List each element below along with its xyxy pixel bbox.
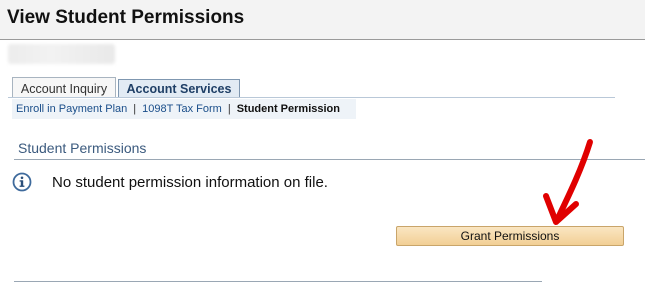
- red-arrow-annotation-icon: [543, 139, 593, 225]
- title-bar: View Student Permissions: [0, 0, 645, 40]
- subnav-link-payment-plan[interactable]: Enroll in Payment Plan: [16, 103, 127, 115]
- subnav-current-student-permission: Student Permission: [236, 103, 340, 115]
- tab-account-services[interactable]: Account Services: [118, 79, 240, 98]
- info-icon: [12, 172, 32, 192]
- subnav-separator: |: [133, 103, 137, 115]
- bottom-divider: [14, 281, 542, 282]
- section-title: Student Permissions: [18, 140, 147, 156]
- tab-account-inquiry[interactable]: Account Inquiry: [12, 77, 116, 97]
- subnav-bar: Enroll in Payment Plan | 1098T Tax Form | St…: [12, 99, 356, 119]
- page-title: View Student Permissions: [7, 7, 245, 28]
- subnav-separator: |: [227, 103, 231, 115]
- subnav-link-1098t[interactable]: 1098T Tax Form: [142, 103, 222, 115]
- tab-divider: [8, 97, 615, 98]
- redacted-student-name: [8, 44, 115, 64]
- no-permission-message: No student permission information on fil…: [52, 174, 328, 191]
